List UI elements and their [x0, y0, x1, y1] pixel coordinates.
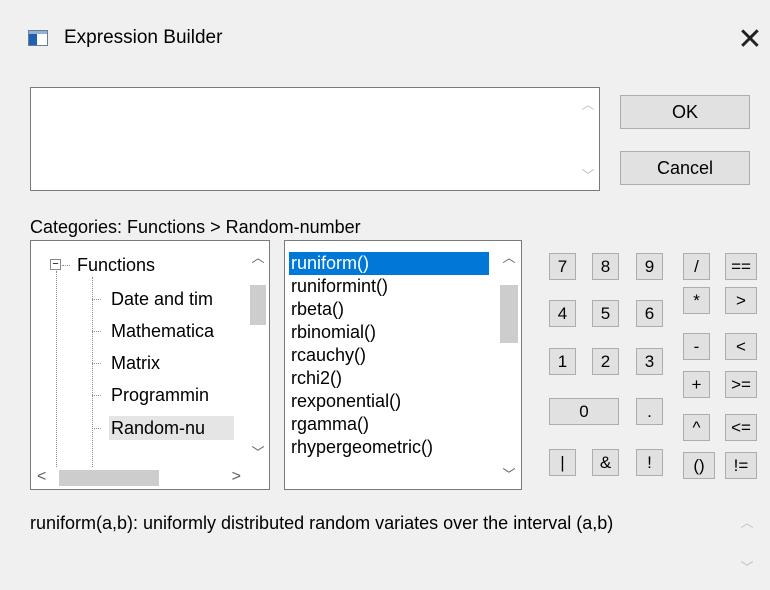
key-less-equal[interactable]: <=	[725, 414, 757, 441]
tree-item-programming[interactable]: Programmin	[111, 383, 209, 407]
tree-item-partial	[111, 444, 231, 458]
key-minus[interactable]: -	[683, 333, 710, 360]
expression-scrollbar[interactable]: ︿ ﹀	[577, 88, 599, 190]
close-button[interactable]: ✕	[730, 20, 770, 60]
tree-item-matrix[interactable]: Matrix	[111, 351, 160, 375]
tree-branch	[92, 428, 101, 429]
title-bar: Expression Builder ✕	[0, 0, 770, 76]
scroll-thumb[interactable]	[59, 470, 159, 486]
key-not-equal[interactable]: !=	[725, 452, 757, 479]
cancel-button[interactable]: Cancel	[620, 151, 750, 185]
chevron-down-icon[interactable]: ﹀	[497, 464, 521, 483]
category-tree[interactable]: − Functions Date and tim Mathematica Mat…	[30, 240, 270, 490]
key-parentheses[interactable]: ()	[683, 452, 715, 479]
scroll-thumb[interactable]	[250, 285, 266, 325]
key-greater[interactable]: >	[725, 287, 757, 314]
tree-item-random-number[interactable]: Random-nu	[109, 416, 234, 440]
expression-input[interactable]: ︿ ﹀	[30, 87, 600, 191]
description-scrollbar[interactable]: ︿ ﹀	[736, 508, 758, 580]
key-and[interactable]: &	[592, 449, 619, 476]
key-8[interactable]: 8	[592, 253, 619, 280]
chevron-down-icon[interactable]: ﹀	[736, 557, 758, 576]
tree-vertical-scrollbar[interactable]: ︿ ﹀	[247, 241, 269, 467]
list-item-rbinomial[interactable]: rbinomial()	[289, 321, 376, 344]
key-divide[interactable]: /	[683, 253, 710, 280]
list-item-rhypergeometric[interactable]: rhypergeometric()	[289, 436, 433, 459]
key-power[interactable]: ^	[683, 414, 710, 441]
list-item-rbeta[interactable]: rbeta()	[289, 298, 344, 321]
key-3[interactable]: 3	[636, 348, 663, 375]
chevron-down-icon[interactable]: ﹀	[247, 442, 269, 461]
function-list-scrollbar[interactable]: ︿ ﹀	[497, 241, 521, 489]
tree-branch	[92, 331, 101, 332]
tree-branch	[92, 363, 101, 364]
ok-button[interactable]: OK	[620, 95, 750, 129]
key-7[interactable]: 7	[549, 253, 576, 280]
tree-branch	[92, 299, 101, 300]
key-not[interactable]: !	[636, 449, 663, 476]
chevron-right-icon[interactable]: >	[232, 468, 241, 486]
tree-branch	[62, 265, 70, 266]
key-4[interactable]: 4	[549, 300, 576, 327]
key-0[interactable]: 0	[549, 398, 619, 425]
list-item-rgamma[interactable]: rgamma()	[289, 413, 369, 436]
chevron-up-icon[interactable]: ︿	[736, 512, 758, 531]
key-1[interactable]: 1	[549, 348, 576, 375]
key-multiply[interactable]: *	[683, 287, 710, 314]
key-less[interactable]: <	[725, 333, 757, 360]
tree-item-label: Random-nu	[111, 418, 206, 438]
tree-item-functions[interactable]: Functions	[77, 253, 155, 277]
key-5[interactable]: 5	[592, 300, 619, 327]
chevron-up-icon[interactable]: ︿	[247, 247, 269, 266]
key-plus[interactable]: +	[683, 371, 710, 398]
key-6[interactable]: 6	[636, 300, 663, 327]
window-title: Expression Builder	[64, 27, 223, 48]
list-item-rchi2[interactable]: rchi2()	[289, 367, 342, 390]
list-item-runiformint[interactable]: runiformint()	[289, 275, 388, 298]
function-list[interactable]: runiform() runiformint() rbeta() rbinomi…	[284, 240, 522, 490]
list-item-runiform[interactable]: runiform()	[289, 252, 489, 275]
key-equal[interactable]: ==	[725, 253, 757, 280]
list-item-rexponential[interactable]: rexponential()	[289, 390, 401, 413]
tree-guide-line	[92, 277, 93, 473]
chevron-up-icon[interactable]: ︿	[577, 94, 599, 113]
tree-item-mathematical[interactable]: Mathematica	[111, 319, 214, 343]
key-greater-equal[interactable]: >=	[725, 371, 757, 398]
chevron-up-icon[interactable]: ︿	[497, 247, 521, 266]
key-dot[interactable]: .	[636, 398, 663, 425]
tree-guide-line	[56, 271, 57, 471]
key-2[interactable]: 2	[592, 348, 619, 375]
app-icon	[28, 30, 48, 46]
tree-horizontal-scrollbar[interactable]: < >	[31, 467, 247, 489]
tree-branch	[92, 395, 101, 396]
chevron-left-icon[interactable]: <	[37, 468, 46, 486]
list-item-rcauchy[interactable]: rcauchy()	[289, 344, 366, 367]
key-or[interactable]: |	[549, 449, 576, 476]
categories-label: Categories: Functions > Random-number	[30, 217, 361, 237]
collapse-icon[interactable]: −	[50, 259, 61, 270]
scroll-thumb[interactable]	[500, 285, 518, 343]
chevron-down-icon[interactable]: ﹀	[577, 165, 599, 184]
function-description: runiform(a,b): uniformly distributed ran…	[30, 513, 614, 533]
key-9[interactable]: 9	[636, 253, 663, 280]
tree-item-date-and-time[interactable]: Date and tim	[111, 287, 213, 311]
